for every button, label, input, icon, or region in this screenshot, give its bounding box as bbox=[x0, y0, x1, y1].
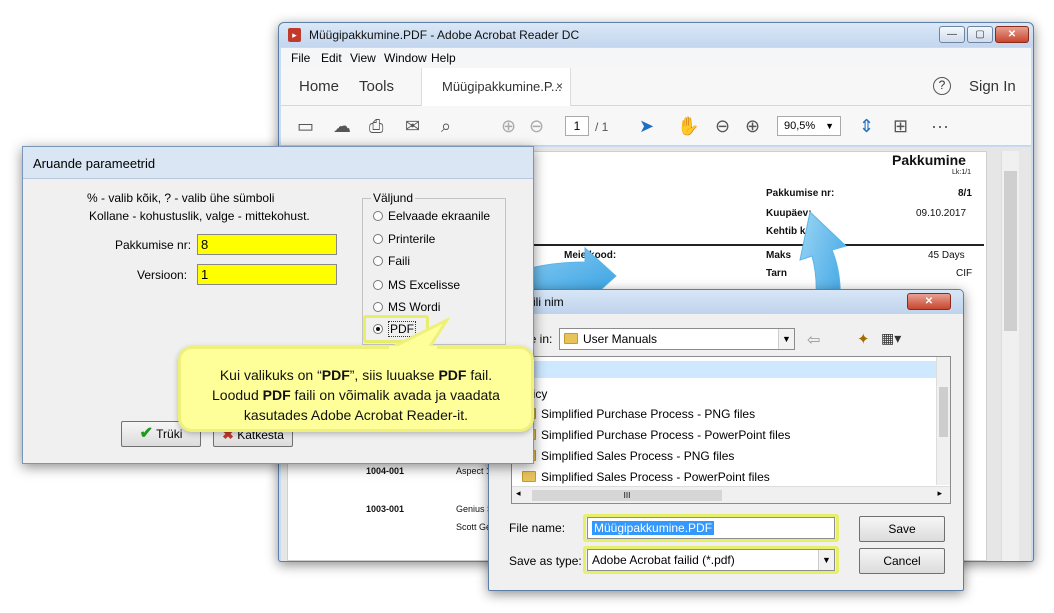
view-menu-icon[interactable]: ▦▾ bbox=[881, 330, 901, 347]
save-as-type-label: Save as type: bbox=[509, 554, 582, 568]
save-button[interactable]: Save bbox=[859, 516, 945, 542]
radio-file[interactable]: Faili bbox=[373, 254, 410, 268]
radio-icon bbox=[373, 256, 383, 266]
save-in-select[interactable]: User Manuals ▼ bbox=[559, 328, 795, 350]
radio-printer-label: Printerile bbox=[388, 232, 436, 246]
hint-wildcards: % - valib kõik, ? - valib ühe sümboli bbox=[87, 191, 275, 205]
file-item-4[interactable]: Simplified Sales Process - PowerPoint fi… bbox=[522, 470, 770, 484]
hscroll-thumb[interactable]: III bbox=[532, 490, 722, 501]
callout-line-2: Loodud PDF faili on võimalik avada ja va… bbox=[181, 387, 531, 403]
radio-icon bbox=[373, 211, 383, 221]
file-name-label: File name: bbox=[509, 521, 566, 535]
radio-preview-label: Eelvaade ekraanile bbox=[388, 209, 491, 223]
scroll-right-icon[interactable]: ▸ bbox=[937, 488, 942, 499]
vscroll-thumb[interactable] bbox=[939, 387, 948, 437]
callout-text: fail. bbox=[466, 367, 493, 383]
report-dialog-titlebar: Aruande parameetrid bbox=[23, 147, 533, 179]
radio-word-label: MS Wordi bbox=[388, 300, 441, 314]
callout-line-1: Kui valikuks on “PDF”, siis luuakse PDF … bbox=[181, 367, 531, 383]
radio-icon bbox=[373, 302, 383, 312]
radio-icon bbox=[373, 234, 383, 244]
new-folder-icon[interactable]: ✦ bbox=[857, 330, 870, 348]
output-group-label: Väljund bbox=[373, 191, 414, 205]
callout-text: faili on võimalik avada ja vaadata bbox=[290, 387, 500, 403]
radio-printer[interactable]: Printerile bbox=[373, 232, 435, 246]
radio-file-label: Faili bbox=[388, 254, 411, 268]
radio-selected-icon bbox=[373, 324, 383, 334]
version-input[interactable]: 1 bbox=[197, 264, 337, 285]
save-in-value: User Manuals bbox=[583, 332, 658, 346]
version-label: Versioon: bbox=[137, 268, 188, 282]
file-item-1-label: Simplified Purchase Process - PNG files bbox=[541, 407, 756, 421]
save-as-type-value: Adobe Acrobat failid (*.pdf) bbox=[592, 553, 735, 567]
hint-colors: Kollane - kohustuslik, valge - mittekohu… bbox=[89, 209, 310, 223]
radio-preview[interactable]: Eelvaade ekraanile bbox=[373, 209, 490, 223]
callout-bold-pdf: PDF bbox=[321, 367, 350, 383]
scroll-left-icon[interactable]: ◂ bbox=[516, 488, 521, 499]
file-list[interactable]: licy Simplified Purchase Process - PNG f… bbox=[511, 356, 951, 504]
file-list-vscroll[interactable] bbox=[936, 357, 950, 485]
callout-bold-pdf: PDF bbox=[438, 367, 467, 383]
print-button-label: Trüki bbox=[156, 427, 183, 441]
folder-icon bbox=[564, 333, 578, 344]
file-name-value: Müügipakkumine.PDF bbox=[592, 521, 715, 535]
callout-pointer bbox=[389, 318, 451, 352]
save-file-dialog: Faili nim ✕ Save in: User Manuals ▼ ⇦ ✦ … bbox=[488, 289, 964, 591]
radio-icon bbox=[373, 280, 383, 290]
offer-number-input[interactable]: 8 bbox=[197, 234, 337, 255]
file-item-2[interactable]: Simplified Purchase Process - PowerPoint… bbox=[522, 428, 790, 442]
folder-icon bbox=[522, 471, 536, 482]
checkmark-icon: ✔ bbox=[139, 425, 154, 442]
file-list-hscroll[interactable]: ◂ III ▸ bbox=[512, 486, 950, 503]
save-as-type-select[interactable]: Adobe Acrobat failid (*.pdf) ▼ bbox=[587, 549, 835, 571]
file-item-4-label: Simplified Sales Process - PowerPoint fi… bbox=[541, 470, 770, 484]
file-item-3-label: Simplified Sales Process - PNG files bbox=[541, 449, 735, 463]
callout-text: ”, siis luuakse bbox=[349, 367, 439, 383]
file-item-1[interactable]: Simplified Purchase Process - PNG files bbox=[522, 407, 755, 421]
file-item-3[interactable]: Simplified Sales Process - PNG files bbox=[522, 449, 734, 463]
back-arrow-icon[interactable]: ⇦ bbox=[807, 330, 820, 350]
radio-excel-label: MS Excelisse bbox=[388, 278, 461, 292]
selected-row bbox=[512, 361, 936, 378]
file-item-2-label: Simplified Purchase Process - PowerPoint… bbox=[541, 428, 791, 442]
callout-text: Kui valikuks on “ bbox=[219, 367, 322, 383]
radio-excel[interactable]: MS Excelisse bbox=[373, 278, 460, 292]
save-dialog-close-button[interactable]: ✕ bbox=[907, 293, 951, 310]
explanation-callout: Kui valikuks on “PDF”, siis luuakse PDF … bbox=[178, 346, 534, 432]
radio-word[interactable]: MS Wordi bbox=[373, 300, 440, 314]
file-name-input[interactable]: Müügipakkumine.PDF bbox=[587, 517, 835, 539]
chevron-down-icon: ▼ bbox=[778, 329, 794, 349]
save-dialog-titlebar: Faili nim ✕ bbox=[489, 290, 963, 314]
callout-bold-pdf: PDF bbox=[262, 387, 291, 403]
report-dialog-title: Aruande parameetrid bbox=[33, 156, 156, 171]
callout-text: Loodud bbox=[212, 387, 263, 403]
offer-number-label: Pakkumise nr: bbox=[115, 238, 192, 252]
chevron-down-icon: ▼ bbox=[818, 550, 834, 570]
cancel-save-button[interactable]: Cancel bbox=[859, 548, 945, 574]
callout-line-3: kasutades Adobe Acrobat Reader-it. bbox=[243, 407, 469, 423]
